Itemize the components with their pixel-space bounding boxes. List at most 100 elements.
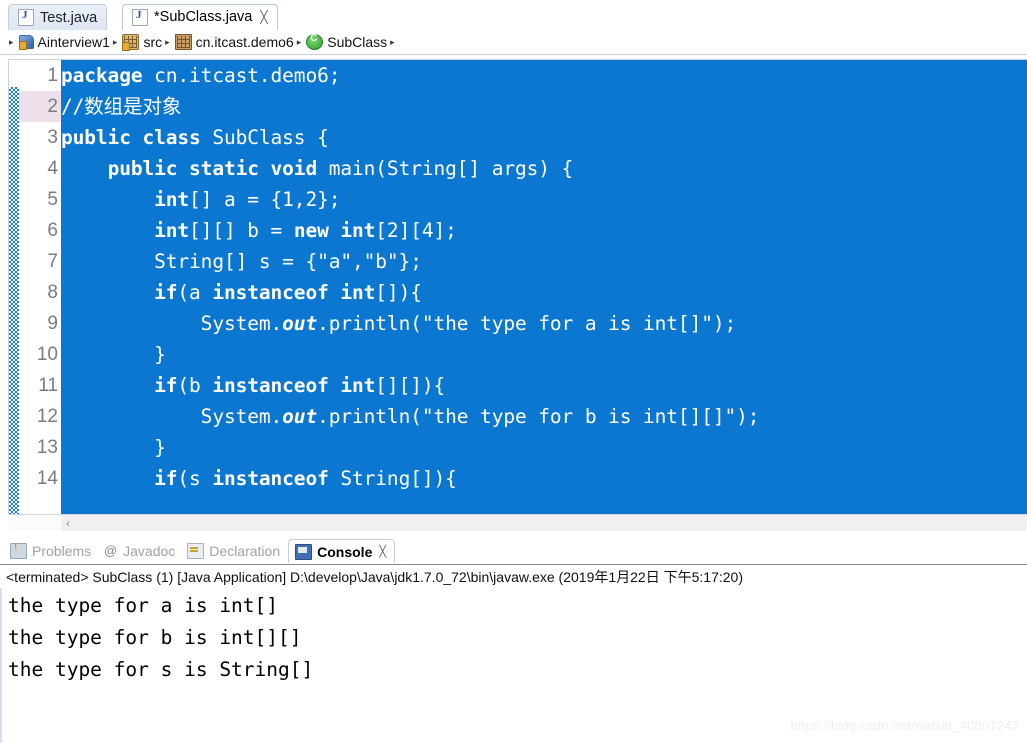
code-line[interactable]: //数组是对象 [61, 91, 1027, 122]
view-tab-label: Problems [32, 543, 92, 559]
tab-problems[interactable]: Problems [6, 539, 99, 563]
chevron-right-icon: ▸ [296, 36, 302, 47]
code-line[interactable]: } [61, 432, 1027, 463]
code-line[interactable]: if(a instanceof int[]){ [61, 277, 1027, 308]
close-icon[interactable]: ╳ [379, 545, 386, 558]
tab-declaration[interactable]: Declaration [183, 539, 288, 563]
watermark: https://blog.csdn.net/weixin_40807247 [790, 718, 1019, 733]
console-output-line: the type for s is String[] [8, 658, 314, 681]
line-number: 9 [47, 313, 58, 334]
code-line[interactable]: int[] a = {1,2}; [61, 184, 1027, 215]
code-text: (a [177, 281, 213, 304]
chevron-right-icon: ▸ [112, 36, 118, 47]
chevron-right-icon: ▸ [165, 36, 170, 47]
editor-tab-label: Test.java [40, 9, 98, 26]
line-number: 6 [47, 220, 58, 241]
line-number: 3 [47, 127, 58, 148]
code-text: (s [177, 467, 213, 490]
breadcrumb-item-label: SubClass [327, 34, 388, 50]
code-text: SubClass { [200, 126, 329, 149]
code-text: [] a = {1,2}; [189, 188, 341, 211]
line-number-ruler: 1 2 3 4 5 6 7 8 9 10 11 12 13 14 [19, 60, 61, 514]
code-keyword: int [154, 188, 190, 211]
code-keyword: instanceof int [212, 374, 376, 397]
code-text: (b [177, 374, 213, 397]
code-static-field: out [282, 312, 318, 335]
view-tab-label: Console [317, 543, 373, 560]
code-line[interactable]: if(b instanceof int[][]){ [61, 370, 1027, 401]
editor-tab-subclass-java[interactable]: *SubClass.java ╳ [122, 4, 278, 30]
line-number: 2 [19, 91, 61, 122]
breadcrumb-item-label: cn.itcast.demo6 [195, 34, 294, 50]
code-text: cn.itcast.demo6; [142, 64, 341, 87]
code-editor[interactable]: 1 2 3 4 5 6 7 8 9 10 11 12 13 14 package cn.itcast.de… [0, 55, 1027, 514]
code-text: []){ [375, 281, 422, 304]
tab-javadoc[interactable]: Javadoc [99, 539, 183, 563]
code-text: //数组是对象 [61, 95, 182, 118]
code-line[interactable]: public class SubClass { [61, 122, 1027, 153]
view-tab-label: Javadoc [123, 543, 176, 559]
breadcrumb-item-class[interactable]: SubClass [306, 33, 388, 50]
editor-tab-strip: Test.java *SubClass.java ╳ [0, 0, 1027, 31]
java-file-icon [18, 9, 34, 26]
code-keyword: if [154, 467, 178, 490]
tab-console[interactable]: Console ╳ [288, 539, 395, 563]
breadcrumb-item-package[interactable]: cn.itcast.demo6 [174, 34, 294, 50]
code-line[interactable]: int[][] b = new int[2][4]; [61, 215, 1027, 246]
scroll-left-icon[interactable]: ‹ [61, 516, 75, 530]
code-text: [][] b = [189, 219, 294, 242]
code-line[interactable]: if(s instanceof String[]){ [61, 463, 1027, 494]
line-number: 4 [47, 158, 58, 179]
close-icon[interactable]: ╳ [260, 11, 267, 23]
class-icon [306, 33, 324, 50]
code-text: [2][4]; [375, 219, 457, 242]
code-keyword: instanceof [212, 467, 329, 490]
javadoc-icon [103, 544, 118, 558]
code-line[interactable]: String[] s = {"a","b"}; [61, 246, 1027, 277]
view-tab-strip: Problems Javadoc Declaration Console ╳ [0, 539, 1027, 563]
line-number: 5 [47, 189, 58, 210]
code-static-field: out [282, 405, 318, 428]
code-editor-viewport[interactable]: 1 2 3 4 5 6 7 8 9 10 11 12 13 14 package cn.itcast.de… [8, 59, 1027, 514]
line-number: 12 [36, 406, 58, 427]
breadcrumb: ▸ Ainterview1 ▸ src ▸ cn.itcast.demo6 ▸ … [0, 30, 1027, 55]
code-text: String[] s = {"a","b"}; [61, 250, 422, 273]
code-line[interactable]: public static void main(String[] args) { [61, 153, 1027, 184]
code-keyword: package [61, 64, 143, 87]
line-number: 14 [36, 468, 58, 489]
code-keyword: int [154, 219, 190, 242]
console-output-line: the type for b is int[][] [8, 626, 302, 649]
code-keyword: if [154, 281, 178, 304]
breadcrumb-item-project[interactable]: Ainterview1 [18, 34, 110, 50]
line-number: 8 [47, 282, 58, 303]
code-text: } [61, 343, 166, 366]
code-text: .println("the type for a is int[]"); [317, 312, 737, 335]
line-number: 10 [36, 344, 58, 365]
console-output-line: the type for a is int[] [8, 594, 279, 617]
source-folder-icon [122, 34, 140, 51]
editor-horizontal-scrollbar[interactable]: ‹ [9, 514, 1027, 531]
code-line[interactable]: System.out.println("the type for a is in… [61, 308, 1027, 339]
editor-tab-test-java[interactable]: Test.java [8, 4, 108, 30]
console-icon [295, 543, 313, 560]
code-text-area[interactable]: package cn.itcast.demo6; //数组是对象 public cl… [61, 60, 1027, 514]
code-text: System. [61, 312, 283, 335]
breadcrumb-item-label: src [143, 34, 163, 50]
chevron-right-icon: ▸ [9, 36, 14, 47]
view-tab-label: Declaration [209, 543, 281, 559]
chevron-right-icon: ▸ [390, 36, 395, 47]
code-text: System. [61, 405, 283, 428]
code-line[interactable]: package cn.itcast.demo6; [61, 60, 1027, 91]
java-file-icon [132, 8, 148, 26]
problems-icon [10, 542, 27, 559]
scrollbar-trough[interactable] [9, 515, 61, 531]
line-number: 11 [38, 375, 58, 396]
code-line[interactable]: } [61, 339, 1027, 370]
breadcrumb-item-src[interactable]: src [122, 34, 163, 51]
line-number: 13 [36, 437, 58, 458]
code-line[interactable]: System.out.println("the type for b is in… [61, 401, 1027, 432]
